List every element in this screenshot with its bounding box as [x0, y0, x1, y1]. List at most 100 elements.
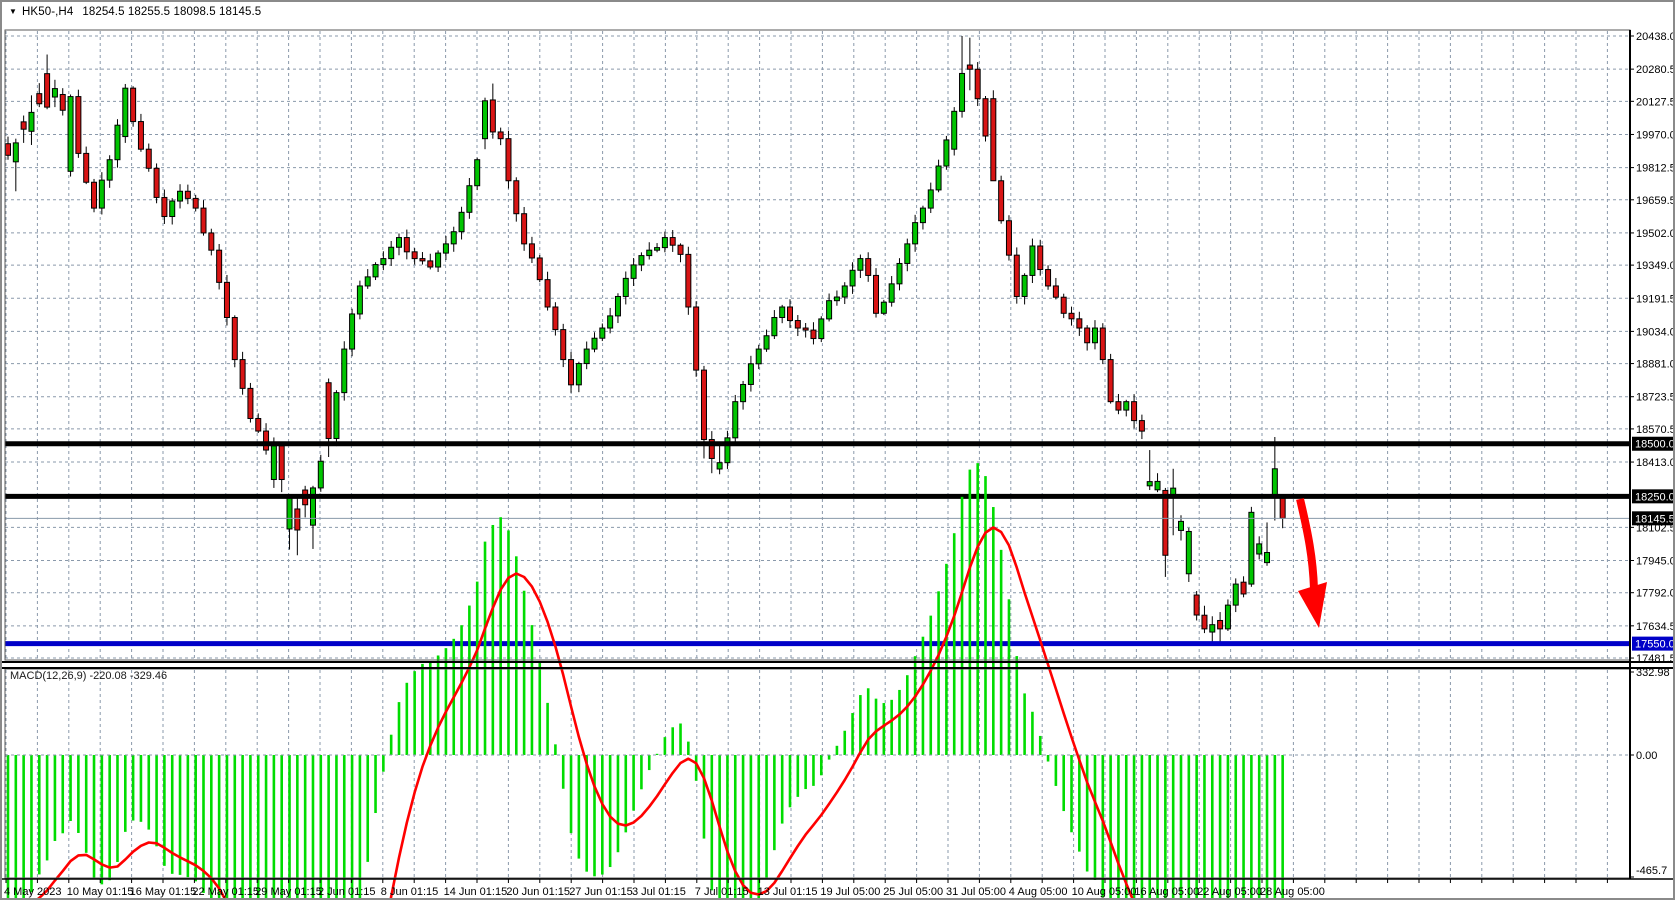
bull-candle [1249, 512, 1254, 584]
macd-histogram-bar [1055, 755, 1058, 786]
bear-candle [1077, 319, 1082, 328]
macd-histogram-bar [69, 755, 72, 821]
macd-histogram-bar [194, 755, 197, 881]
bear-candle [1069, 313, 1074, 319]
macd-histogram-bar [562, 755, 565, 789]
bear-candle [553, 307, 558, 330]
bull-candle [115, 125, 120, 160]
macd-histogram-bar [54, 755, 57, 841]
bear-candle [999, 181, 1004, 221]
time-axis-label: 28 Aug 05:00 [1260, 886, 1325, 898]
bear-candle [232, 318, 237, 360]
time-axis-label: 3 Jul 01:15 [632, 886, 686, 898]
bear-candle [670, 238, 675, 246]
macd-histogram-bar [890, 700, 893, 755]
macd-histogram-bar [781, 755, 784, 824]
bear-candle [201, 208, 206, 233]
macd-histogram-bar [374, 755, 377, 813]
bull-candle [1147, 482, 1152, 486]
bear-candle [1085, 328, 1090, 343]
bull-candle [107, 160, 112, 180]
macd-histogram-bar [437, 655, 440, 755]
macd-histogram-bar [398, 702, 401, 755]
macd-histogram-bar [147, 755, 150, 830]
time-axis-label: 22 Aug 05:00 [1197, 886, 1262, 898]
bull-candle [584, 349, 589, 363]
time-axis-label: 7 Jul 01:15 [695, 886, 749, 898]
time-axis-label: 14 Jun 01:15 [444, 886, 508, 898]
macd-histogram-bar [171, 755, 174, 874]
macd-histogram-bar [929, 616, 932, 755]
macd-histogram-bar [836, 746, 839, 755]
bear-candle [326, 383, 331, 439]
bear-candle [193, 198, 198, 208]
bear-candle [412, 252, 417, 259]
macd-histogram-bar [937, 591, 940, 755]
bull-candle [623, 278, 628, 296]
bear-candle [545, 280, 550, 307]
bear-candle [537, 258, 542, 280]
bear-candle [686, 254, 691, 307]
macd-histogram-bar [421, 664, 424, 755]
bear-candle [45, 74, 50, 107]
macd-histogram-bar [632, 755, 635, 811]
macd-histogram-bar [570, 755, 573, 833]
macd-histogram-bar [1015, 656, 1018, 755]
bull-candle [1022, 275, 1027, 296]
macd-histogram-bar [992, 507, 995, 755]
bear-candle [1116, 402, 1121, 410]
bear-candle [1218, 620, 1223, 628]
bull-candle [936, 166, 941, 190]
price-axis-label: 18570.5 [1636, 424, 1675, 436]
macd-histogram-bar [601, 755, 604, 875]
macd-histogram-bar [46, 755, 49, 860]
bull-candle [905, 244, 910, 264]
bull-candle [1272, 469, 1277, 496]
macd-histogram-bar [671, 727, 674, 755]
bull-candle [913, 223, 918, 244]
bear-candle [92, 182, 97, 208]
bear-candle [975, 69, 980, 98]
bear-candle [131, 88, 136, 121]
macd-histogram-bar [624, 755, 627, 832]
bull-candle [287, 497, 292, 529]
macd-histogram-bar [578, 755, 581, 859]
macd-histogram-bar [969, 470, 972, 755]
bull-candle [576, 364, 581, 385]
macd-histogram-bar [492, 525, 495, 755]
bull-candle [365, 277, 370, 286]
macd-histogram-bar [484, 542, 487, 755]
symbol-dropdown-icon[interactable]: ▼ [9, 7, 17, 16]
bull-candle [897, 263, 902, 283]
bear-candle [248, 388, 253, 418]
current-price-tag-label: 18145.5 [1635, 513, 1675, 525]
macd-histogram-bar [593, 755, 596, 876]
price-axis-label: 17945.0 [1636, 556, 1675, 568]
bull-candle [271, 446, 276, 480]
macd-histogram-bar [140, 755, 143, 822]
bear-candle [420, 259, 425, 261]
resistance-line-tag-label: 18500.0 [1635, 439, 1675, 451]
time-axis-label: 10 May 01:15 [67, 886, 134, 898]
time-axis-label: 19 Jul 05:00 [820, 886, 880, 898]
bear-candle [506, 139, 511, 181]
bear-candle [264, 431, 269, 450]
bear-candle [146, 149, 151, 168]
bear-candle [162, 197, 167, 216]
price-axis-label: 19970.0 [1636, 129, 1675, 141]
macd-histogram-bar [155, 755, 158, 846]
macd-histogram-bar [538, 662, 541, 755]
bull-candle [178, 191, 183, 201]
bear-candle [1006, 221, 1011, 255]
bull-candle [1030, 246, 1035, 275]
chart-background [2, 2, 1675, 900]
macd-histogram-bar [679, 723, 682, 755]
bull-candle [662, 238, 667, 248]
time-axis-label: 2 Jun 01:15 [318, 886, 376, 898]
bear-candle [694, 307, 699, 370]
price-axis-label: 20127.5 [1636, 96, 1675, 108]
bear-candle [1038, 246, 1043, 270]
bear-candle [84, 153, 89, 182]
chart-canvas[interactable]: 20438.020280.520127.519970.019812.519659… [2, 2, 1675, 900]
bull-candle [1233, 584, 1238, 605]
